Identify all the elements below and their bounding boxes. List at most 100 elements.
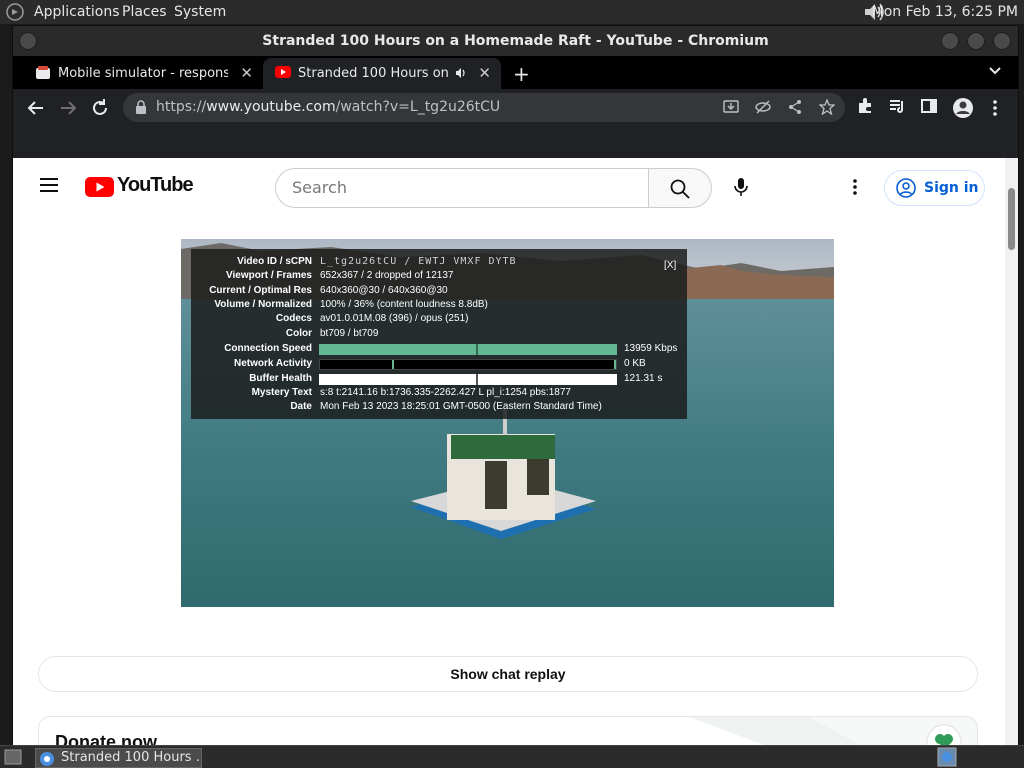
sign-in-label: Sign in [924,180,979,196]
gnome-foot-icon[interactable] [6,3,26,21]
stats-row: Current / Optimal Res 640x360@30 / 640x3… [191,284,687,298]
stats-value: 13959 Kbps [624,343,678,354]
stats-row: Mystery Text s:8 t:2141.16 b:1736.335-22… [191,386,687,400]
share-icon[interactable] [787,99,803,115]
bookmark-star-icon[interactable] [819,99,835,115]
account-icon [896,178,916,198]
buffer-health-row: Buffer Health 121.31 s [191,372,687,386]
tab-strip: Mobile simulator - responsive ✕ Stranded… [13,56,1018,89]
stats-value: 640x360@30 / 640x360@30 [320,285,448,296]
stats-label: Video ID / sCPN [237,256,312,267]
video-player[interactable]: [X] Video ID / sCPN L_tg2u26tCU / EWTJ V… [181,239,834,607]
buffer-health-graph [319,374,617,385]
stats-label: Buffer Health [249,373,312,384]
stats-value: 121.31 s [624,373,663,384]
stats-value: Mon Feb 13 2023 18:25:01 GMT-0500 (Easte… [320,401,602,412]
tab-search-chevron-icon[interactable] [988,64,1002,78]
top-panel: Applications Places System Mon Feb 13, 6… [0,0,1024,25]
stats-row: Color bt709 / bt709 [191,327,687,341]
system-menu[interactable]: System [174,4,226,20]
tab-youtube-video[interactable]: Stranded 100 Hours on a Homemade Raft ✕ [263,58,501,89]
stats-value: av01.0.01M.08 (396) / opus (251) [320,313,469,324]
stats-value: 100% / 36% (content loudness 8.8dB) [320,299,488,310]
tab-title: Stranded 100 Hours on a Homemade Raft [298,66,453,81]
stats-label: Color [285,328,312,339]
youtube-logo[interactable]: YouTube [85,174,194,197]
address-bar[interactable]: https://www.youtube.com/watch?v=L_tg2u26… [123,93,845,122]
stats-row: Video ID / sCPN L_tg2u26tCU / EWTJ VMXF … [191,255,687,269]
stats-label: Volume / Normalized [214,299,312,310]
donate-title: Donate now [55,732,157,745]
places-menu[interactable]: Places [122,4,167,20]
stats-row: Viewport / Frames 652x367 / 2 dropped of… [191,269,687,283]
lock-icon[interactable] [135,100,147,114]
new-tab-icon[interactable]: + [513,62,530,86]
connection-speed-row: Connection Speed 13959 Kbps [191,342,687,356]
guide-menu-icon[interactable] [39,177,59,193]
page-scrollbar[interactable] [1005,158,1018,745]
network-activity-graph [319,359,617,370]
side-panel-icon[interactable] [920,97,942,119]
show-desktop-icon[interactable] [4,749,22,765]
minimize-button[interactable] [941,32,959,50]
maximize-button[interactable] [967,32,985,50]
stats-label: Current / Optimal Res [209,285,312,296]
url-text: https://www.youtube.com/watch?v=L_tg2u26… [156,93,500,122]
scrollbar-thumb[interactable] [1008,188,1015,250]
stats-row: Codecs av01.0.01M.08 (396) / opus (251) [191,312,687,326]
settings-kebab-icon[interactable] [853,178,857,196]
web-page: YouTube Search Sign in [X] Video ID / sC… [13,158,1005,745]
url-host: www.youtube.com [206,99,336,115]
window-title: Stranded 100 Hours on a Homemade Raft - … [262,33,769,49]
show-chat-replay-button[interactable]: Show chat replay [38,656,978,692]
search-button[interactable] [649,168,712,208]
applications-menu[interactable]: Applications [34,4,120,20]
youtube-favicon-icon [275,66,291,80]
reload-icon[interactable] [89,97,111,119]
donate-heart-icon[interactable] [926,724,962,745]
browser-menu-icon[interactable] [984,97,1006,119]
sign-in-button[interactable]: Sign in [884,170,985,206]
mobile-simulator-favicon-icon [35,66,51,80]
stats-label: Mystery Text [251,387,312,398]
stats-label: Date [290,401,312,412]
stats-row: Date Mon Feb 13 2023 18:25:01 GMT-0500 (… [191,400,687,414]
forward-icon[interactable] [57,97,79,119]
workspace-switcher-icon[interactable] [937,747,957,767]
media-queue-icon[interactable] [888,97,910,119]
toolbar-divider-area [13,126,1018,158]
browser-toolbar: https://www.youtube.com/watch?v=L_tg2u26… [13,89,1018,126]
taskbar-item-label: Stranded 100 Hours ... [61,750,202,765]
youtube-logo-text: YouTube [117,174,194,196]
network-activity-row: Network Activity 0 KB [191,357,687,371]
tab-title: Mobile simulator - responsive [58,66,228,81]
taskbar: Stranded 100 Hours ... [0,745,1024,768]
profile-avatar-icon[interactable] [952,97,974,119]
tab-audio-icon[interactable] [455,67,467,79]
stats-label: Network Activity [234,358,312,369]
voice-search-icon[interactable] [734,177,748,197]
window-titlebar[interactable]: Stranded 100 Hours on a Homemade Raft - … [13,26,1018,56]
search-icon [670,179,690,199]
eye-off-icon[interactable] [755,99,771,115]
stats-value: s:8 t:2141.16 b:1736.335-2262.427 L pl_i… [320,387,571,398]
url-path: /watch?v=L_tg2u26tCU [335,99,501,115]
chromium-icon [39,751,55,767]
stats-row: Volume / Normalized 100% / 36% (content … [191,298,687,312]
stats-value: 0 KB [624,358,646,369]
url-scheme: https:// [156,99,207,115]
taskbar-window-item[interactable]: Stranded 100 Hours ... [35,748,202,768]
connection-speed-graph [319,344,617,355]
close-tab-icon[interactable]: ✕ [478,58,491,89]
install-app-icon[interactable] [723,99,739,115]
close-tab-icon[interactable]: ✕ [240,58,253,89]
close-window-button[interactable] [993,32,1011,50]
window-menu-button[interactable] [19,32,37,50]
browser-window: Stranded 100 Hours on a Homemade Raft - … [12,25,1019,745]
donate-card: Donate now [38,716,978,745]
tab-mobile-simulator[interactable]: Mobile simulator - responsive ✕ [23,58,263,89]
back-icon[interactable] [25,97,47,119]
extensions-icon[interactable] [856,97,878,119]
search-input[interactable]: Search [275,168,649,208]
panel-clock[interactable]: Mon Feb 13, 6:25 PM [872,4,1018,20]
